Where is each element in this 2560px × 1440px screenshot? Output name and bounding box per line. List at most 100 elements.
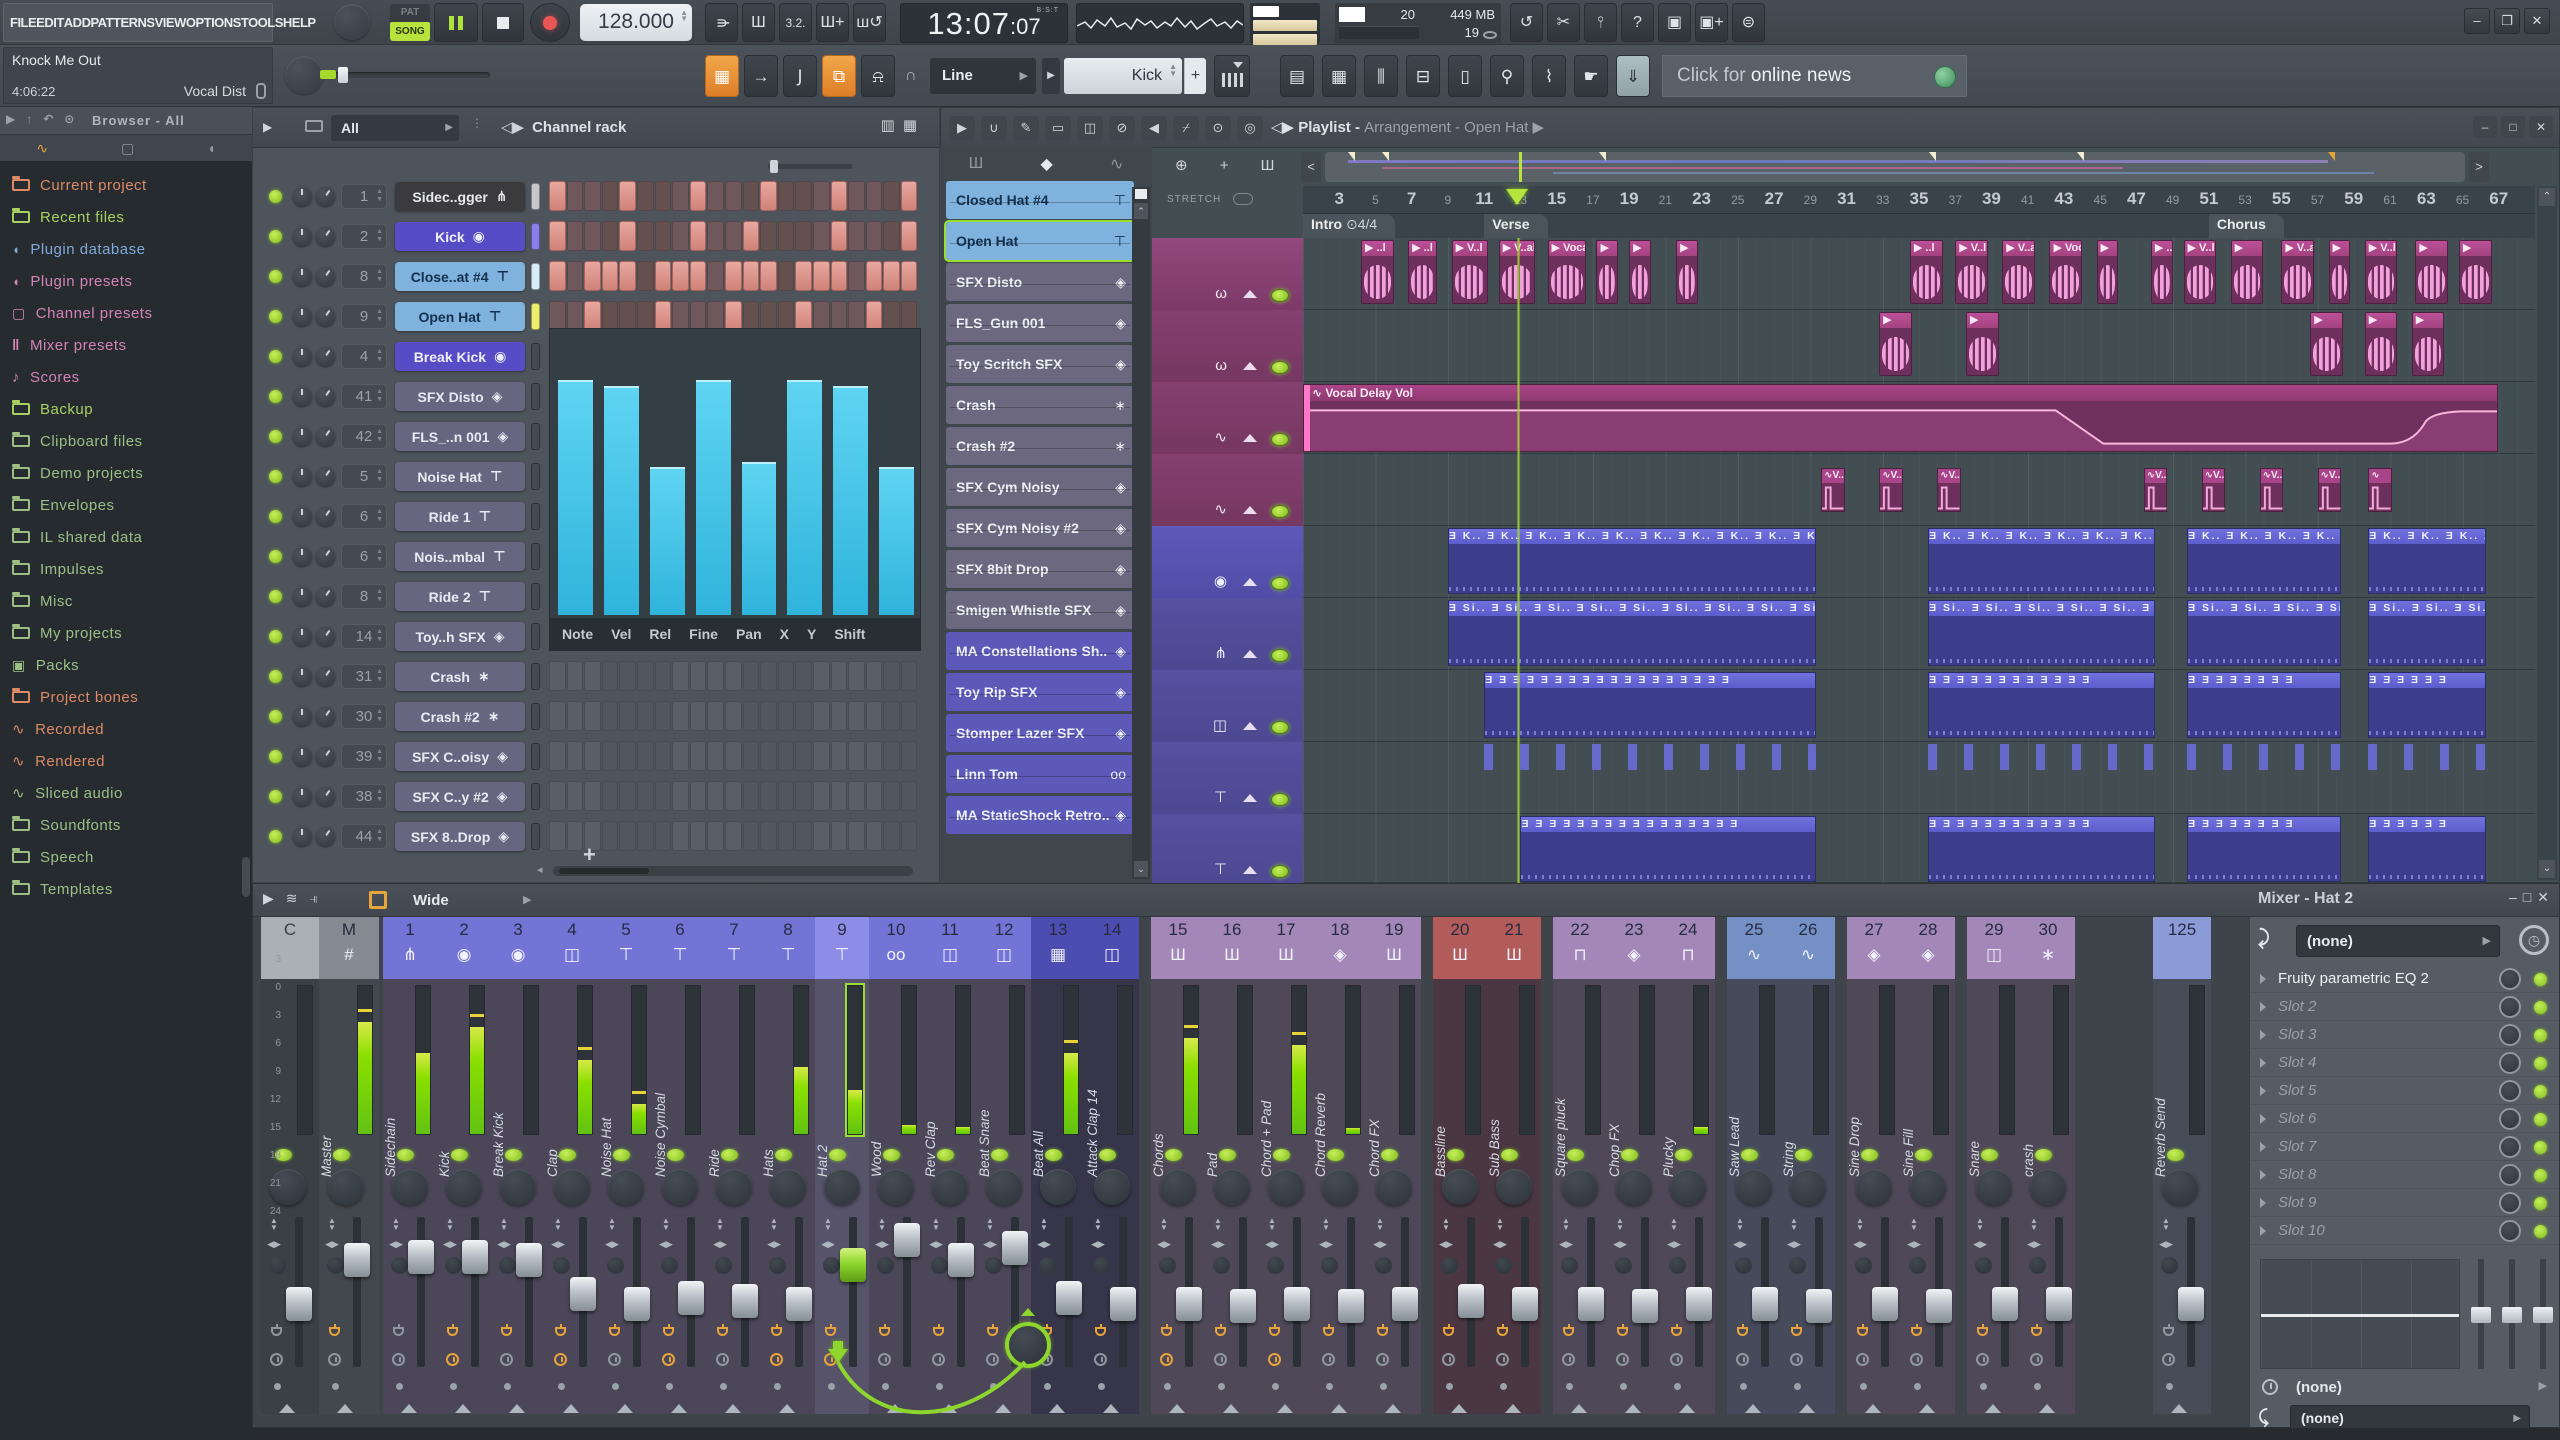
step-cell[interactable] — [760, 301, 777, 331]
headphones-icon[interactable]: ∩ — [905, 67, 917, 85]
step-cell[interactable] — [777, 221, 795, 251]
step-cell[interactable] — [549, 701, 566, 731]
swing-handle[interactable] — [770, 160, 778, 173]
channel-enable-led[interactable] — [269, 510, 282, 523]
step-cell[interactable] — [865, 781, 883, 811]
song-marker[interactable]: Intro ⊙4/4 — [1303, 214, 1396, 238]
channel-pan-knob[interactable] — [293, 827, 312, 846]
fx-slot-enable-led[interactable] — [2534, 973, 2547, 986]
mixer-strip[interactable]: 16 Ш Pad ▲ ▼ ◀▶ — [1205, 917, 1259, 1414]
pattern-clip[interactable]: Ǝ Si.. Ǝ Si.. Ǝ Si.. Ǝ Si.. Ǝ Si.. Ǝ Si.… — [1447, 600, 1816, 666]
strip-stereo-knob[interactable] — [269, 1257, 286, 1274]
step-cell[interactable] — [724, 181, 742, 211]
browser-item[interactable]: Soundfonts — [4, 809, 244, 841]
strip-separation-arrows[interactable]: ▲ ▼ — [2159, 1217, 2173, 1232]
mixer-strip[interactable]: 6 ⊤ Noise Cymbal ▲ ▼ ◀▶ — [653, 917, 707, 1414]
strip-mute-led[interactable] — [1567, 1149, 1584, 1161]
channel-button[interactable]: SFX Disto ◈ — [395, 382, 525, 411]
graph-tab[interactable]: Shift — [834, 626, 865, 642]
step-cell[interactable] — [584, 741, 601, 771]
scroll-up-button[interactable]: ⌃ — [2539, 188, 2555, 206]
strip-pan-knob[interactable] — [1976, 1169, 2012, 1205]
strip-pan-arrows[interactable]: ◀▶ — [265, 1239, 283, 1250]
picker-scrollbar[interactable]: ⌃ ⌄ — [1132, 187, 1150, 879]
strip-route-arrow[interactable] — [337, 1404, 353, 1413]
mixer-strip[interactable]: 7 ⊤ Ride ▲ ▼ ◀▶ — [707, 917, 761, 1414]
fx-slot-mix-knob[interactable] — [2499, 1136, 2521, 1158]
fx-slot-enable-led[interactable] — [2534, 1197, 2547, 1210]
strip-clock-icon[interactable] — [1910, 1353, 1923, 1366]
channel-mixer-number[interactable]: 30 ▲ ▼ — [341, 704, 387, 729]
strip-separation-arrows[interactable]: ▲ ▼ — [1559, 1217, 1573, 1232]
mixer-strip[interactable]: 8 ⊤ Hats ▲ ▼ ◀▶ — [761, 917, 815, 1414]
menu-item[interactable]: FILE — [10, 15, 37, 30]
step-cell[interactable] — [724, 661, 742, 691]
tempo-display[interactable]: 128.000 ▲ ▼ — [580, 4, 692, 41]
step-cell[interactable] — [584, 661, 601, 691]
strip-fx-lamp-icon[interactable] — [1617, 1324, 1628, 1336]
strip-header[interactable]: 10 oo — [869, 917, 923, 979]
strip-header[interactable]: 29 ◫ — [1967, 917, 2021, 979]
pattern-clip-sparse[interactable] — [1928, 744, 2155, 770]
strip-route-arrow[interactable] — [1223, 1404, 1239, 1413]
strip-header[interactable]: 15 Ш — [1151, 917, 1205, 979]
pattern-clip[interactable]: Ǝ Ǝ Ǝ Ǝ Ǝ Ǝ Ǝ Ǝ Ǝ Ǝ Ǝ Ǝ — [1928, 816, 2155, 882]
strip-clock-icon[interactable] — [1496, 1353, 1509, 1366]
step-cell[interactable] — [672, 221, 689, 251]
strip-pan-arrows[interactable]: ◀▶ — [323, 1239, 341, 1250]
fx-slot-enable-led[interactable] — [2534, 1029, 2547, 1042]
step-cell[interactable] — [760, 261, 777, 291]
strip-header[interactable]: 1 ⋔ — [383, 917, 437, 979]
strip-fader-track[interactable] — [840, 1217, 866, 1367]
step-cell[interactable] — [549, 661, 566, 691]
browser-item[interactable]: Scores — [4, 361, 244, 393]
step-cell[interactable] — [777, 821, 795, 851]
step-cell[interactable] — [900, 261, 918, 291]
channel-mixer-number[interactable]: 38 ▲ ▼ — [341, 784, 387, 809]
strip-route-arrow[interactable] — [1745, 1404, 1761, 1413]
step-cell[interactable] — [865, 821, 883, 851]
audio-clip[interactable]: ▶ V..l — [1955, 240, 1988, 304]
track-collapse-arrow[interactable] — [1243, 578, 1257, 586]
strip-pan-arrows[interactable]: ◀▶ — [1371, 1239, 1389, 1250]
channel-mute-strip[interactable] — [531, 783, 540, 810]
track-collapse-arrow[interactable] — [1243, 434, 1257, 442]
strip-fx-lamp-icon[interactable] — [1377, 1324, 1388, 1336]
step-cell[interactable] — [848, 741, 865, 771]
menu-item[interactable]: HELP — [283, 15, 316, 30]
channel-volume-knob[interactable] — [316, 627, 335, 646]
step-cell[interactable] — [619, 301, 636, 331]
fx-slot-enable-led[interactable] — [2534, 1085, 2547, 1098]
channel-mute-strip[interactable] — [531, 463, 540, 490]
step-cell[interactable] — [584, 301, 601, 331]
picker-tab-patterns-icon[interactable]: Ш — [969, 155, 984, 173]
pattern-clip-sparse[interactable] — [2368, 744, 2487, 770]
channel-mute-strip[interactable] — [531, 623, 540, 650]
strip-mute-led[interactable] — [1447, 1149, 1464, 1161]
step-cell[interactable] — [619, 181, 636, 211]
track-mute-led[interactable] — [1271, 289, 1289, 302]
step-cell[interactable] — [848, 261, 865, 291]
step-cell[interactable] — [636, 301, 654, 331]
fx-slot-arrow[interactable] — [2260, 1057, 2266, 1068]
strip-fx-lamp-icon[interactable] — [1671, 1324, 1682, 1336]
picker-item[interactable]: SFX Disto ◈ — [946, 263, 1134, 301]
audio-clip[interactable]: ▶ Vocal — [2049, 240, 2083, 304]
strip-separation-arrows[interactable]: ▲ ▼ — [1037, 1217, 1051, 1232]
picker-tab-automation-icon[interactable]: ∿ — [1110, 154, 1123, 174]
channel-volume-knob[interactable] — [316, 667, 335, 686]
strip-route-arrow[interactable] — [1385, 1404, 1401, 1413]
audio-clip[interactable]: ▶ — [2096, 240, 2119, 304]
plugin-picker-button[interactable]: ▯ — [1448, 55, 1482, 97]
step-cell[interactable] — [900, 661, 918, 691]
step-cell[interactable] — [636, 181, 654, 211]
strip-fader-track[interactable] — [408, 1217, 434, 1367]
strip-header[interactable]: 23 ◈ — [1607, 917, 1661, 979]
fx-slot[interactable]: Fruity parametric EQ 2 — [2250, 965, 2559, 993]
step-cell[interactable] — [549, 301, 566, 331]
strip-pan-knob[interactable] — [1214, 1169, 1250, 1205]
strip-fader-track[interactable] — [1176, 1217, 1202, 1367]
strip-pan-knob[interactable] — [1910, 1169, 1946, 1205]
strip-header[interactable]: 14 ◫ — [1085, 917, 1139, 979]
browser-item[interactable]: Misc — [4, 585, 244, 617]
